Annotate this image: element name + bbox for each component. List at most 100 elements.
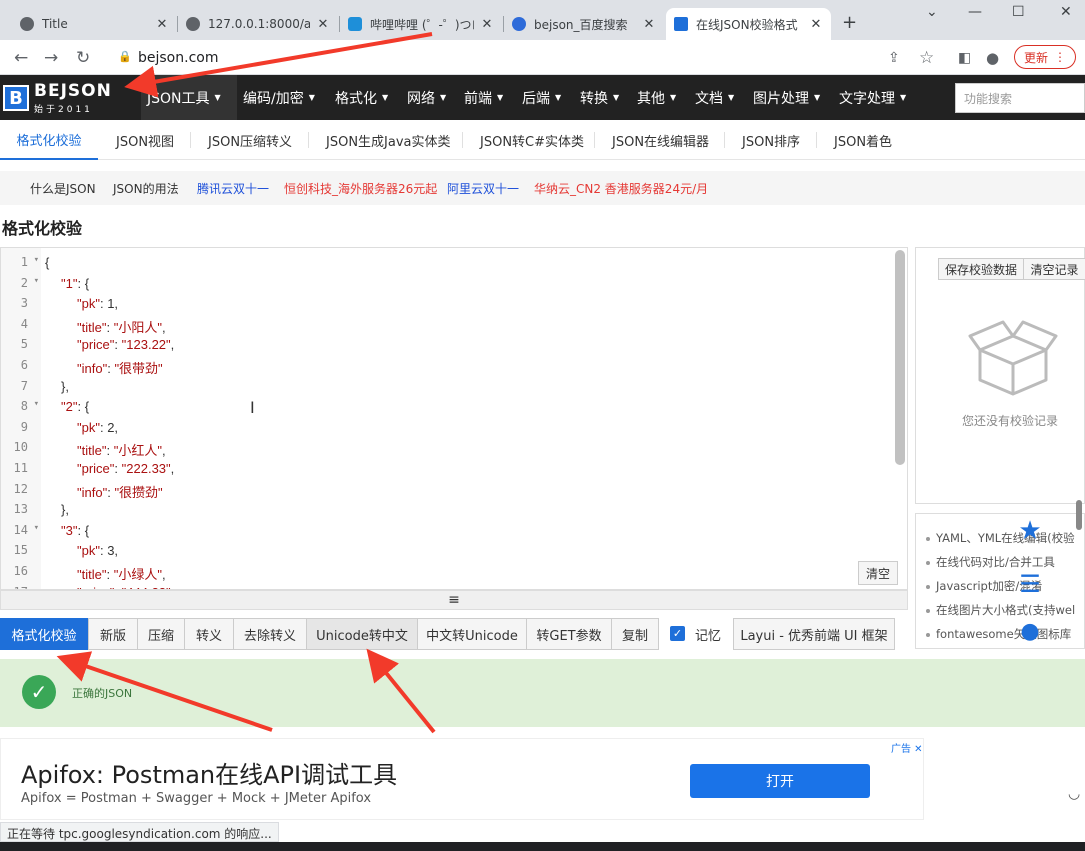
unescape-button[interactable]: 去除转义 bbox=[233, 618, 307, 650]
profile-icon[interactable]: ● bbox=[986, 49, 999, 67]
tab-json-color[interactable]: JSON着色 bbox=[834, 120, 892, 160]
code-line[interactable]: "info": "很带劲" bbox=[45, 355, 885, 376]
close-icon[interactable]: ✕ bbox=[480, 17, 494, 32]
code-line[interactable]: }, bbox=[45, 499, 885, 520]
tab-json-java[interactable]: JSON生成Java实体类 bbox=[326, 120, 451, 160]
nav-convert[interactable]: 转换 ▼ bbox=[574, 75, 625, 120]
new-version-button[interactable]: 新版 bbox=[88, 618, 138, 650]
ad-choice-tag[interactable]: 广告 ✕ bbox=[891, 740, 923, 755]
close-icon[interactable]: ✕ bbox=[809, 17, 823, 32]
browser-tab[interactable]: Title ✕ bbox=[12, 8, 177, 40]
code-line[interactable]: "pk": 1, bbox=[45, 293, 885, 314]
maximize-icon[interactable]: ☐ bbox=[1012, 4, 1025, 20]
close-icon[interactable]: ✕ bbox=[155, 17, 169, 32]
nav-backend[interactable]: 后端 ▼ bbox=[516, 75, 567, 120]
ad-open-button[interactable]: 打开 bbox=[690, 764, 870, 798]
ad-title[interactable]: Apifox: Postman在线API调试工具 bbox=[21, 755, 397, 790]
menu-icon[interactable]: ☰ bbox=[1011, 565, 1049, 603]
nav-text[interactable]: 文字处理 ▼ bbox=[833, 75, 912, 120]
list-item[interactable]: 在线图片大小格式(支持wel bbox=[926, 602, 1075, 618]
page-scrollbar[interactable] bbox=[1076, 500, 1082, 530]
copy-button[interactable]: 复制 bbox=[611, 618, 659, 650]
code-line[interactable]: "title": "小绿人", bbox=[45, 561, 885, 582]
url-text[interactable]: bejson.com bbox=[138, 50, 218, 66]
nav-docs[interactable]: 文档 ▼ bbox=[689, 75, 740, 120]
escape-button[interactable]: 转义 bbox=[184, 618, 234, 650]
lock-icon[interactable]: 🔒 bbox=[118, 50, 132, 63]
sidepanel-icon[interactable]: ◧ bbox=[958, 50, 971, 66]
browser-tab-active[interactable]: 在线JSON校验格式 ✕ bbox=[666, 8, 831, 40]
back-icon[interactable]: ← bbox=[14, 48, 28, 68]
tab-json-compress[interactable]: JSON压缩转义 bbox=[208, 120, 292, 160]
minimize-icon[interactable]: — bbox=[968, 4, 982, 20]
code-line[interactable]: "title": "小阳人", bbox=[45, 314, 885, 335]
bejson-logo[interactable]: B BEJSON 始于2011 bbox=[3, 81, 121, 115]
link-ad[interactable]: 华纳云_CN2 香港服务器24元/月 bbox=[534, 180, 708, 197]
to-get-params-button[interactable]: 转GET参数 bbox=[526, 618, 612, 650]
layui-button[interactable]: Layui - 优秀前端 UI 框架 bbox=[733, 618, 895, 650]
link-ad[interactable]: 恒创科技_海外服务器26元起 bbox=[284, 180, 437, 197]
link-what-is-json[interactable]: 什么是JSON bbox=[30, 180, 96, 197]
save-validation-button[interactable]: 保存校验数据 bbox=[938, 258, 1024, 280]
code-line[interactable]: "pk": 2, bbox=[45, 417, 885, 438]
nav-other[interactable]: 其他 ▼ bbox=[631, 75, 682, 120]
tab-json-csharp[interactable]: JSON转C#实体类 bbox=[480, 120, 584, 160]
code-line[interactable]: }, bbox=[45, 376, 885, 397]
close-window-icon[interactable]: ✕ bbox=[1060, 4, 1072, 20]
format-validate-button[interactable]: 格式化校验 bbox=[0, 618, 88, 650]
nav-frontend[interactable]: 前端 ▼ bbox=[458, 75, 509, 120]
editor-scrollbar[interactable] bbox=[895, 250, 905, 465]
link-ad[interactable]: 腾讯云双十一 bbox=[197, 180, 269, 197]
editor-clear-button[interactable]: 清空 bbox=[858, 561, 898, 585]
function-search-input[interactable]: 功能搜索 bbox=[955, 83, 1085, 113]
code-line[interactable]: "2": { bbox=[45, 396, 885, 417]
notification-bell-icon[interactable]: ● bbox=[1011, 612, 1049, 650]
json-editor[interactable]: 1▾2▾345678▾91011121314▾151617 {"1": {"pk… bbox=[0, 247, 908, 590]
share-icon[interactable]: ⇪ bbox=[888, 50, 900, 66]
tab-format-validate[interactable]: 格式化校验 bbox=[0, 120, 98, 160]
browser-tab[interactable]: 127.0.0.1:8000/ab_ ✕ bbox=[178, 8, 338, 40]
code-line[interactable]: "price": "123.22", bbox=[45, 334, 885, 355]
fold-arrow-icon[interactable]: ▾ bbox=[34, 399, 39, 409]
tab-json-sort[interactable]: JSON排序 bbox=[742, 120, 800, 160]
nav-json-tools[interactable]: JSON工具 ▼ bbox=[141, 75, 237, 120]
chinese-to-unicode-button[interactable]: 中文转Unicode bbox=[417, 618, 527, 650]
code-line[interactable]: "price": "444.22", bbox=[45, 582, 885, 589]
close-icon[interactable]: ✕ bbox=[316, 17, 330, 32]
ad-banner[interactable]: Apifox: Postman在线API调试工具 Apifox = Postma… bbox=[0, 738, 924, 820]
close-icon[interactable]: ✕ bbox=[642, 17, 656, 32]
code-line[interactable]: "3": { bbox=[45, 520, 885, 541]
link-json-usage[interactable]: JSON的用法 bbox=[113, 180, 179, 197]
nav-network[interactable]: 网络 ▼ bbox=[401, 75, 452, 120]
favorite-star-icon[interactable]: ★ bbox=[1011, 512, 1049, 550]
code-line[interactable]: "pk": 3, bbox=[45, 540, 885, 561]
unicode-to-chinese-button[interactable]: Unicode转中文 bbox=[306, 618, 418, 650]
browser-tab[interactable]: 哔哩哔哩 (゜-゜)つロ ✕ bbox=[340, 8, 502, 40]
tab-json-view[interactable]: JSON视图 bbox=[116, 120, 174, 160]
list-item[interactable]: fontawesome矢量图标库 bbox=[926, 626, 1071, 642]
omnibox[interactable]: 🔒 bejson.com bbox=[104, 45, 879, 71]
link-ad[interactable]: 阿里云双十一 bbox=[447, 180, 519, 197]
reload-icon[interactable]: ↻ bbox=[76, 48, 90, 68]
chevron-down-icon[interactable]: ⌄ bbox=[926, 4, 938, 20]
remember-checkbox[interactable]: ✓ bbox=[670, 626, 685, 641]
clear-history-button[interactable]: 清空记录 bbox=[1023, 258, 1085, 280]
compress-button[interactable]: 压缩 bbox=[137, 618, 185, 650]
fold-arrow-icon[interactable]: ▾ bbox=[34, 523, 39, 533]
code-line[interactable]: "price": "222.33", bbox=[45, 458, 885, 479]
browser-tab[interactable]: bejson_百度搜索 ✕ bbox=[504, 8, 664, 40]
nav-image[interactable]: 图片处理 ▼ bbox=[747, 75, 826, 120]
fold-arrow-icon[interactable]: ▾ bbox=[34, 276, 39, 286]
editor-resize-handle[interactable]: ≡ bbox=[0, 590, 908, 610]
code-line[interactable]: { bbox=[45, 252, 885, 273]
code-line[interactable]: "1": { bbox=[45, 273, 885, 294]
code-line[interactable]: "info": "很攒劲" bbox=[45, 479, 885, 500]
nav-format[interactable]: 格式化 ▼ bbox=[329, 75, 394, 120]
list-item[interactable]: YAML、YML在线编辑(校验 bbox=[926, 530, 1075, 546]
code-line[interactable]: "title": "小红人", bbox=[45, 437, 885, 458]
new-tab-button[interactable]: + bbox=[842, 12, 857, 33]
update-button[interactable]: 更新 ⋮ bbox=[1014, 45, 1076, 69]
star-icon[interactable]: ☆ bbox=[919, 48, 934, 68]
forward-icon[interactable]: → bbox=[44, 48, 58, 68]
fold-arrow-icon[interactable]: ▾ bbox=[34, 255, 39, 265]
